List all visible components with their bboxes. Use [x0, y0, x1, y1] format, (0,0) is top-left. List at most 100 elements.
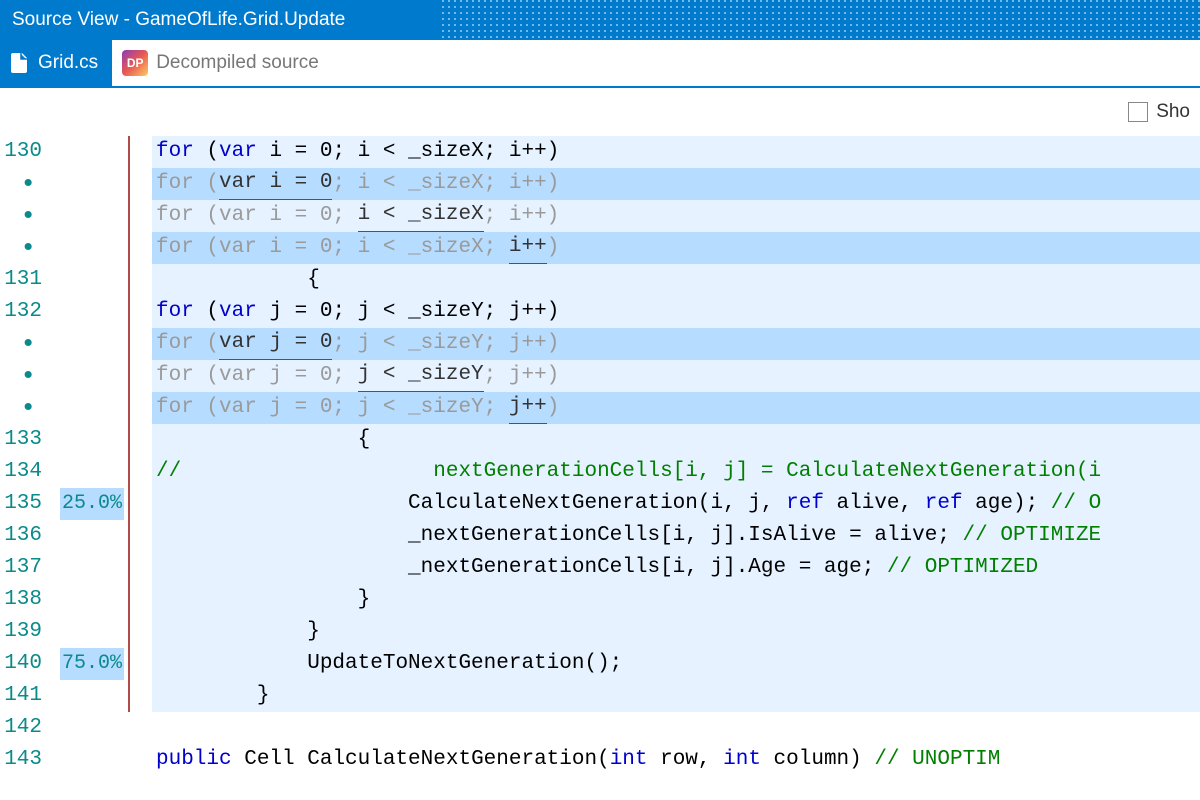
change-marker — [128, 296, 152, 328]
change-marker — [128, 456, 152, 488]
code-text[interactable]: { — [152, 264, 1200, 296]
tab-decompiled[interactable]: DP Decompiled source — [112, 40, 333, 86]
percent-gutter: 25.0% — [48, 488, 128, 520]
line-number: 140 — [0, 648, 48, 680]
code-text[interactable]: _nextGenerationCells[i, j].IsAlive = ali… — [152, 520, 1200, 552]
change-marker — [128, 680, 152, 712]
percent-gutter — [48, 296, 128, 328]
line-number: 135 — [0, 488, 48, 520]
code-line[interactable]: • for (var j = 0; j < _sizeY; j++) — [0, 360, 1200, 392]
gutter-bullet: • — [0, 168, 48, 200]
change-marker — [128, 584, 152, 616]
code-line[interactable]: 143 public Cell CalculateNextGeneration(… — [0, 744, 1200, 776]
gutter-bullet: • — [0, 232, 48, 264]
percent-gutter — [48, 424, 128, 456]
percent-gutter — [48, 616, 128, 648]
line-number: 133 — [0, 424, 48, 456]
code-text[interactable] — [152, 712, 1200, 744]
code-text[interactable]: for (var j = 0; j < _sizeY; j++) — [152, 296, 1200, 328]
change-marker — [128, 744, 152, 776]
change-marker — [128, 360, 152, 392]
line-number: 139 — [0, 616, 48, 648]
change-marker — [128, 392, 152, 424]
percent-gutter: 75.0% — [48, 648, 128, 680]
code-line[interactable]: 142 — [0, 712, 1200, 744]
code-text[interactable]: for (var i = 0; i < _sizeX; i++) — [152, 168, 1200, 200]
code-line[interactable]: 137 _nextGenerationCells[i, j].Age = age… — [0, 552, 1200, 584]
change-marker — [128, 616, 152, 648]
percent-gutter — [48, 552, 128, 584]
percent-gutter — [48, 680, 128, 712]
change-marker — [128, 712, 152, 744]
percent-gutter — [48, 136, 128, 168]
change-marker — [128, 328, 152, 360]
code-text[interactable]: _nextGenerationCells[i, j].Age = age; //… — [152, 552, 1200, 584]
line-number: 141 — [0, 680, 48, 712]
show-checkbox[interactable] — [1128, 102, 1148, 122]
code-text[interactable]: for (var i = 0; i < _sizeX; i++) — [152, 136, 1200, 168]
toolbar: Sho — [0, 88, 1200, 136]
code-text[interactable]: CalculateNextGeneration(i, j, ref alive,… — [152, 488, 1200, 520]
window-title: Source View - GameOfLife.Grid.Update — [12, 9, 345, 31]
line-number: 137 — [0, 552, 48, 584]
change-marker — [128, 648, 152, 680]
percent-gutter — [48, 744, 128, 776]
code-text[interactable]: for (var i = 0; i < _sizeX; i++) — [152, 232, 1200, 264]
code-text[interactable]: // nextGenerationCells[i, j] = Calculate… — [152, 456, 1200, 488]
code-line[interactable]: • for (var i = 0; i < _sizeX; i++) — [0, 232, 1200, 264]
titlebar-grip — [440, 0, 1200, 40]
code-text[interactable]: } — [152, 680, 1200, 712]
code-text[interactable]: for (var j = 0; j < _sizeY; j++) — [152, 328, 1200, 360]
tab-bar: Grid.cs DP Decompiled source — [0, 40, 1200, 88]
line-number: 142 — [0, 712, 48, 744]
gutter-bullet: • — [0, 392, 48, 424]
code-line[interactable]: 132 for (var j = 0; j < _sizeY; j++) — [0, 296, 1200, 328]
code-line[interactable]: • for (var i = 0; i < _sizeX; i++) — [0, 200, 1200, 232]
line-number: 132 — [0, 296, 48, 328]
gutter-bullet: • — [0, 200, 48, 232]
gutter-bullet: • — [0, 328, 48, 360]
code-line[interactable]: 130 for (var i = 0; i < _sizeX; i++) — [0, 136, 1200, 168]
tab-grid-cs[interactable]: Grid.cs — [0, 40, 112, 86]
code-line[interactable]: 141 } — [0, 680, 1200, 712]
code-line[interactable]: 13525.0% CalculateNextGeneration(i, j, r… — [0, 488, 1200, 520]
percent-gutter — [48, 360, 128, 392]
code-text[interactable]: } — [152, 616, 1200, 648]
percent-gutter — [48, 520, 128, 552]
line-number: 131 — [0, 264, 48, 296]
code-line[interactable]: 138 } — [0, 584, 1200, 616]
code-editor[interactable]: 130 for (var i = 0; i < _sizeX; i++)• fo… — [0, 136, 1200, 776]
code-line[interactable]: 139 } — [0, 616, 1200, 648]
code-line[interactable]: • for (var j = 0; j < _sizeY; j++) — [0, 328, 1200, 360]
code-text[interactable]: for (var i = 0; i < _sizeX; i++) — [152, 200, 1200, 232]
code-line[interactable]: 131 { — [0, 264, 1200, 296]
percent-gutter — [48, 232, 128, 264]
code-line[interactable]: 136 _nextGenerationCells[i, j].IsAlive =… — [0, 520, 1200, 552]
tab-label: Grid.cs — [38, 52, 98, 74]
code-text[interactable]: public Cell CalculateNextGeneration(int … — [152, 744, 1200, 776]
title-bar: Source View - GameOfLife.Grid.Update — [0, 0, 1200, 40]
dotpeek-icon: DP — [122, 50, 148, 76]
line-number: 134 — [0, 456, 48, 488]
code-line[interactable]: 14075.0% UpdateToNextGeneration(); — [0, 648, 1200, 680]
code-line[interactable]: • for (var i = 0; i < _sizeX; i++) — [0, 168, 1200, 200]
change-marker — [128, 136, 152, 168]
percent-gutter — [48, 328, 128, 360]
change-marker — [128, 520, 152, 552]
percent-gutter — [48, 712, 128, 744]
code-line[interactable]: 134 // nextGenerationCells[i, j] = Calcul… — [0, 456, 1200, 488]
code-line[interactable]: • for (var j = 0; j < _sizeY; j++) — [0, 392, 1200, 424]
code-text[interactable]: for (var j = 0; j < _sizeY; j++) — [152, 360, 1200, 392]
file-icon — [10, 52, 30, 74]
change-marker — [128, 424, 152, 456]
code-text[interactable]: } — [152, 584, 1200, 616]
code-text[interactable]: UpdateToNextGeneration(); — [152, 648, 1200, 680]
code-text[interactable]: for (var j = 0; j < _sizeY; j++) — [152, 392, 1200, 424]
percent-gutter — [48, 200, 128, 232]
line-number: 136 — [0, 520, 48, 552]
code-text[interactable]: { — [152, 424, 1200, 456]
code-line[interactable]: 133 { — [0, 424, 1200, 456]
change-marker — [128, 200, 152, 232]
percent-gutter — [48, 456, 128, 488]
change-marker — [128, 264, 152, 296]
